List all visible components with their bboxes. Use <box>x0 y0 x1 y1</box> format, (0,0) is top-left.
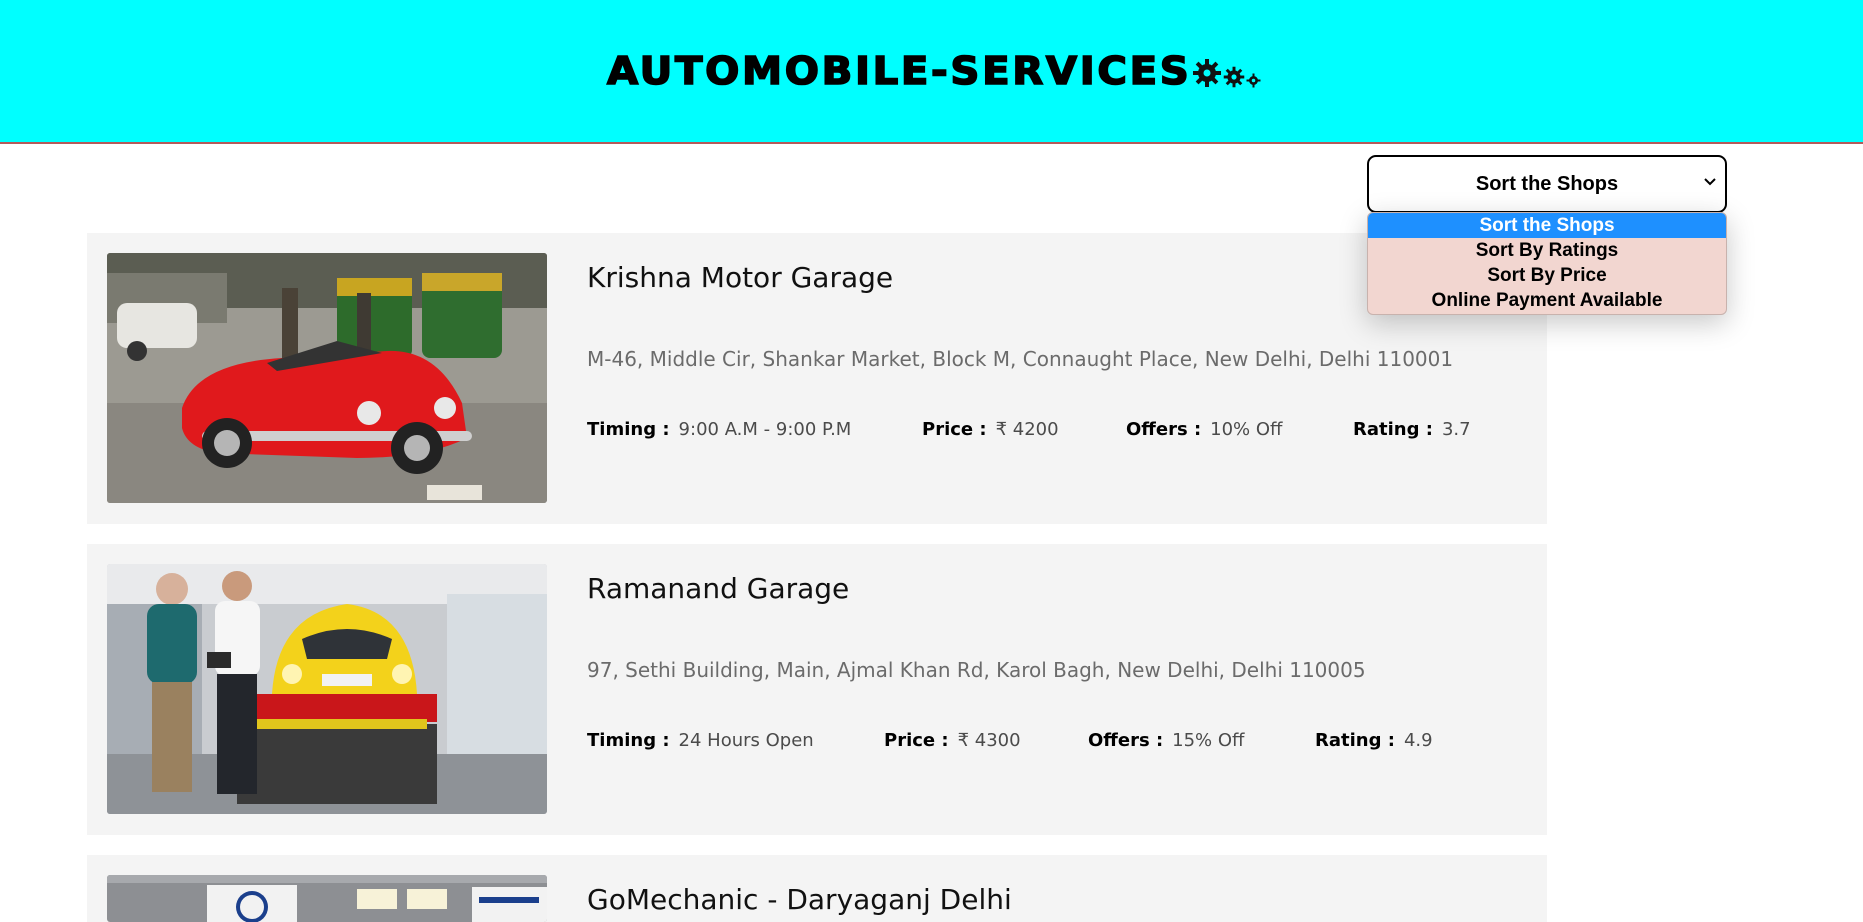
sort-option-online-payment[interactable]: Online Payment Available <box>1368 288 1726 313</box>
shop-card[interactable]: Ramanand Garage 97, Sethi Building, Main… <box>87 544 1547 835</box>
shop-name[interactable]: Krishna Motor Garage <box>587 261 893 294</box>
price-value: ₹ 4300 <box>957 730 1021 751</box>
offers-label: Offers : <box>1126 419 1202 440</box>
shop-timing: Timing : 24 Hours Open <box>587 730 814 751</box>
shop-rating: Rating : 4.9 <box>1315 730 1433 751</box>
shop-timing: Timing : 9:00 A.M - 9:00 P.M <box>587 419 851 440</box>
timing-value: 24 Hours Open <box>678 730 814 751</box>
shop-card[interactable]: Krishna Motor Garage M-46, Middle Cir, S… <box>87 233 1547 524</box>
sort-option-price[interactable]: Sort By Price <box>1368 263 1726 288</box>
rating-value: 4.9 <box>1403 730 1433 751</box>
site-header: AUTOMOBILE-SERVICES <box>0 0 1863 144</box>
shop-image <box>107 875 547 922</box>
shop-name[interactable]: Ramanand Garage <box>587 572 849 605</box>
brand[interactable]: AUTOMOBILE-SERVICES <box>606 46 1261 96</box>
shop-address: 97, Sethi Building, Main, Ajmal Khan Rd,… <box>587 658 1366 682</box>
sort-dropdown: Sort the Shops Sort By Ratings Sort By P… <box>1367 212 1727 315</box>
rating-label: Rating : <box>1315 730 1395 751</box>
sort-select[interactable]: Sort the Shops <box>1367 155 1727 213</box>
shop-offers: Offers : 10% Off <box>1126 419 1282 440</box>
chevron-down-icon <box>1704 178 1716 186</box>
price-value: ₹ 4200 <box>995 419 1059 440</box>
shop-address: M-46, Middle Cir, Shankar Market, Block … <box>587 347 1454 371</box>
shop-card[interactable]: GoMechanic - Daryaganj Delhi <box>87 855 1547 922</box>
shop-price: Price : ₹ 4200 <box>922 419 1059 440</box>
shop-name[interactable]: GoMechanic - Daryaganj Delhi <box>587 883 1012 916</box>
offers-label: Offers : <box>1088 730 1164 751</box>
site-title: AUTOMOBILE-SERVICES <box>606 49 1192 93</box>
shop-offers: Offers : 15% Off <box>1088 730 1244 751</box>
shop-image <box>107 253 547 503</box>
shop-rating: Rating : 3.7 <box>1353 419 1471 440</box>
price-label: Price : <box>884 730 949 751</box>
rating-label: Rating : <box>1353 419 1433 440</box>
shop-image <box>107 564 547 814</box>
shop-price: Price : ₹ 4300 <box>884 730 1021 751</box>
price-label: Price : <box>922 419 987 440</box>
sort-option-ratings[interactable]: Sort By Ratings <box>1368 238 1726 263</box>
timing-label: Timing : <box>587 730 670 751</box>
rating-value: 3.7 <box>1441 419 1471 440</box>
timing-label: Timing : <box>587 419 670 440</box>
sort-option-default[interactable]: Sort the Shops <box>1368 213 1726 238</box>
timing-value: 9:00 A.M - 9:00 P.M <box>678 419 852 440</box>
gears-icon <box>1192 54 1261 88</box>
offers-value: 15% Off <box>1172 730 1245 751</box>
offers-value: 10% Off <box>1210 419 1283 440</box>
sort-select-value: Sort the Shops <box>1475 172 1619 195</box>
